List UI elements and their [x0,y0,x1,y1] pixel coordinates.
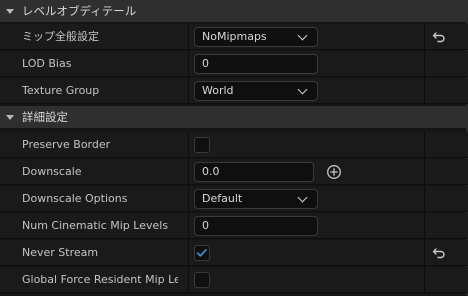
collapse-triangle-icon[interactable] [6,8,14,14]
column-divider [188,51,189,77]
collapse-triangle-icon[interactable] [6,114,14,120]
reset-arrow-icon[interactable] [432,246,446,260]
mip-gen-settings-dropdown[interactable]: NoMipmaps [194,27,318,47]
column-divider [188,159,189,185]
property-label: Global Force Resident Mip Le... [22,273,178,286]
property-row-texture-group: Texture Group World [0,78,468,104]
property-label: Downscale Options [22,192,128,205]
property-row-downscale: Downscale 0.0 [0,159,468,185]
property-label: ミップ全般設定 [22,30,99,43]
reset-arrow-icon[interactable] [432,30,446,44]
column-divider [188,132,189,158]
chevron-down-icon [297,30,308,41]
property-row-never-stream: Never Stream [0,240,468,266]
section-title: レベルオブディテール [22,4,137,18]
num-cinematic-mip-levels-input[interactable]: 0 [194,216,318,236]
property-row-num-cinematic-mip-levels: Num Cinematic Mip Levels 0 [0,213,468,239]
section-title: 詳細設定 [22,110,68,124]
column-divider [424,186,425,212]
column-divider [188,78,189,104]
column-divider [424,78,425,104]
column-divider [424,132,425,158]
checkmark-icon [196,249,207,257]
column-divider [188,186,189,212]
chevron-down-icon [297,84,308,95]
property-label: Texture Group [22,84,100,97]
dropdown-value: Default [202,192,243,205]
lod-bias-input[interactable]: 0 [194,54,318,74]
property-row-global-force-resident-mip-levels: Global Force Resident Mip Le... [0,267,468,293]
dropdown-value: NoMipmaps [202,30,267,43]
chevron-down-icon [297,192,308,203]
column-divider [424,240,425,266]
texture-group-dropdown[interactable]: World [194,81,318,101]
column-divider [424,213,425,239]
column-divider [188,267,189,293]
property-label: Never Stream [22,246,99,259]
column-divider [188,24,189,50]
column-divider [188,213,189,239]
column-divider [188,240,189,266]
plus-circle-icon[interactable] [326,164,342,180]
downscale-input[interactable]: 0.0 [194,162,314,182]
property-row-preserve-border: Preserve Border [0,132,468,158]
property-row-downscale-options: Downscale Options Default [0,186,468,212]
column-divider [424,159,425,185]
property-label: Num Cinematic Mip Levels [22,219,169,232]
column-divider [424,51,425,77]
property-label: Downscale [22,165,82,178]
column-divider [424,24,425,50]
property-label: LOD Bias [22,57,72,70]
column-divider [424,267,425,293]
global-force-resident-checkbox[interactable] [194,272,210,288]
section-header-level-of-detail[interactable]: レベルオブディテール [0,0,468,22]
property-row-mip-gen-settings: ミップ全般設定 NoMipmaps [0,24,468,50]
property-row-lod-bias: LOD Bias 0 [0,51,468,77]
never-stream-checkbox[interactable] [194,245,210,261]
dropdown-value: World [202,84,234,97]
property-label: Preserve Border [22,138,111,151]
preserve-border-checkbox[interactable] [194,137,210,153]
section-header-advanced[interactable]: 詳細設定 [0,106,468,128]
downscale-options-dropdown[interactable]: Default [194,189,318,209]
